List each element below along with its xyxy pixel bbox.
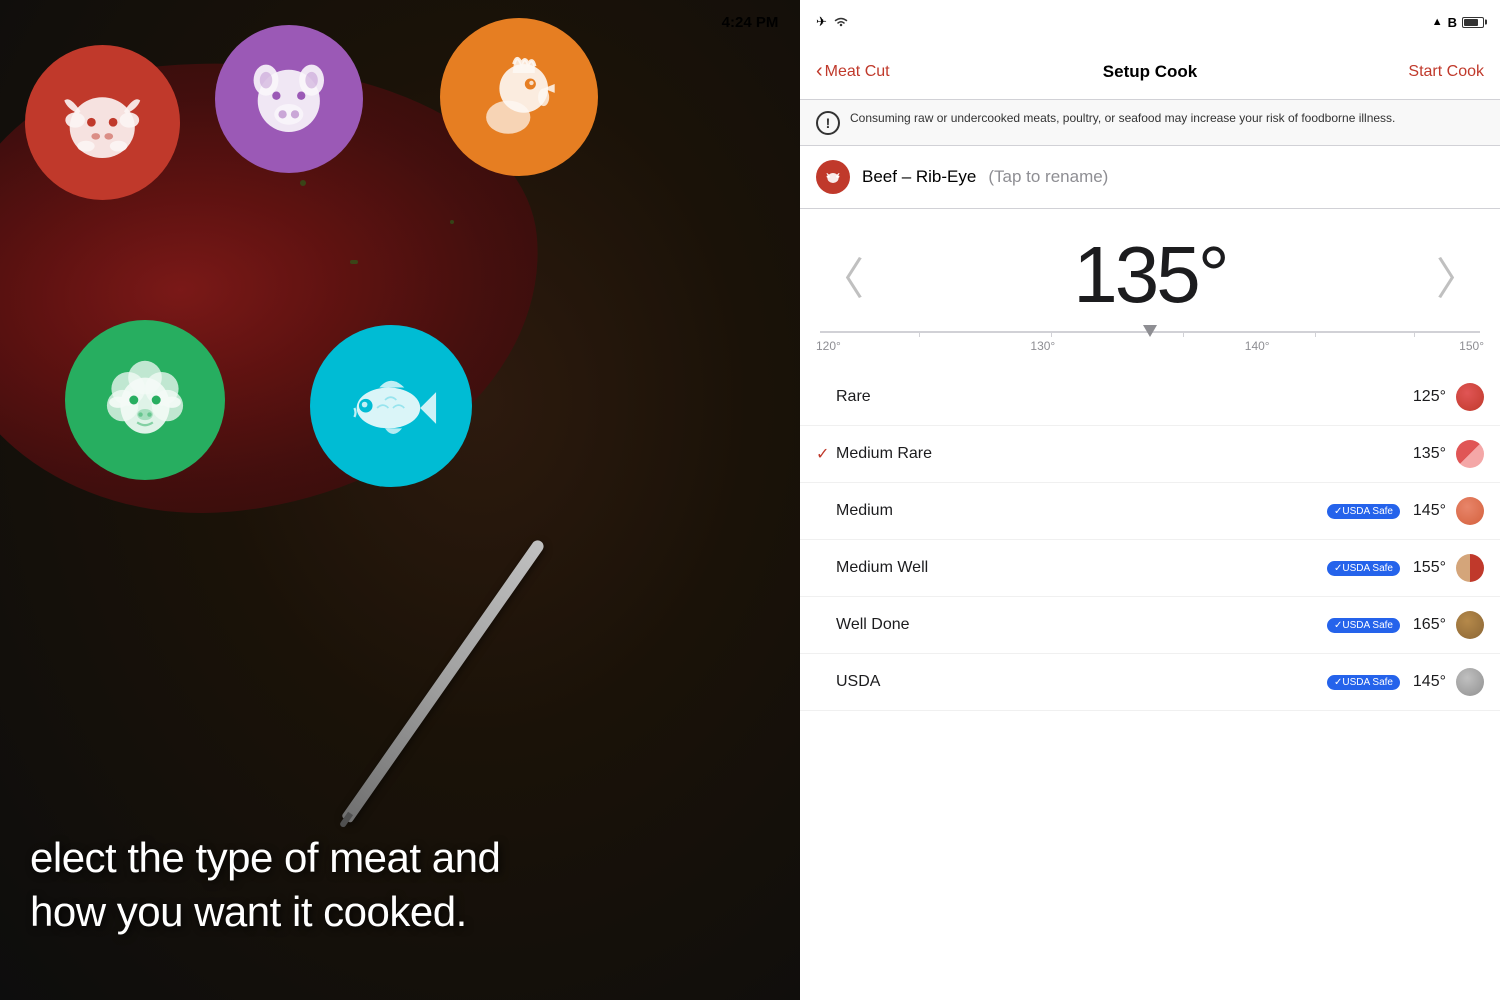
doneness-temp-rare: 125° — [1408, 388, 1446, 406]
doneness-dot-rare — [1456, 383, 1484, 411]
scale-mark — [1315, 331, 1316, 337]
fish-icon — [334, 349, 447, 462]
doneness-row-medium[interactable]: Medium ✓USDA Safe 145° — [800, 483, 1500, 540]
nav-bar: ‹ Meat Cut Setup Cook Start Cook — [800, 44, 1500, 100]
doneness-list: Rare 125° ✓ Medium Rare 135° Medium ✓USD… — [800, 369, 1500, 1000]
status-right-icons: ▲ B — [1432, 15, 1484, 30]
chicken-icon — [464, 42, 575, 153]
bluetooth-icon: B — [1448, 15, 1457, 30]
animal-circle-chicken[interactable] — [440, 18, 598, 176]
doneness-dot-medium — [1456, 497, 1484, 525]
pork-icon — [237, 47, 341, 151]
warning-icon: ! — [816, 111, 840, 135]
beef-small-icon — [823, 167, 843, 187]
spice-dot — [300, 180, 306, 186]
temperature-display: 〈 135° 〉 — [800, 209, 1500, 331]
status-time: 4:24 PM — [722, 14, 779, 31]
scale-track — [820, 331, 1480, 333]
temperature-scale: 120° 130° 140° 150° — [800, 331, 1500, 369]
scale-mark — [1051, 331, 1052, 337]
battery-fill — [1464, 19, 1478, 26]
right-panel: ✈ 4:24 PM ▲ B ‹ Meat Cut Setup Cook Sta — [800, 0, 1500, 1000]
doneness-temp-medium-well: 155° — [1408, 559, 1446, 577]
doneness-name-usda: USDA — [836, 673, 1327, 691]
temp-increase-button[interactable]: 〉 — [1436, 243, 1480, 307]
airplane-icon: ✈ — [816, 14, 827, 30]
lamb-icon — [89, 344, 201, 456]
bottom-instruction: elect the type of meat and how you want … — [30, 831, 500, 940]
doneness-row-medium-rare[interactable]: ✓ Medium Rare 135° — [800, 426, 1500, 483]
beef-icon — [48, 68, 157, 177]
doneness-dot-medium-well — [1456, 554, 1484, 582]
doneness-row-usda[interactable]: USDA ✓USDA Safe 145° — [800, 654, 1500, 711]
doneness-row-medium-well[interactable]: Medium Well ✓USDA Safe 155° — [800, 540, 1500, 597]
doneness-temp-usda: 145° — [1408, 673, 1446, 691]
doneness-row-well-done[interactable]: Well Done ✓USDA Safe 165° — [800, 597, 1500, 654]
doneness-row-rare[interactable]: Rare 125° — [800, 369, 1500, 426]
left-panel: elect the type of meat and how you want … — [0, 0, 800, 1000]
check-medium-rare: ✓ — [816, 444, 836, 464]
scale-label-150: 150° — [1459, 339, 1484, 353]
spice-dot — [450, 220, 454, 224]
doneness-dot-well-done — [1456, 611, 1484, 639]
doneness-name-medium: Medium — [836, 502, 1327, 520]
doneness-dot-usda — [1456, 668, 1484, 696]
animal-circle-beef[interactable] — [25, 45, 180, 200]
temperature-value: 135° — [1073, 229, 1226, 321]
start-cook-button[interactable]: Start Cook — [1408, 63, 1484, 81]
scale-mark — [919, 331, 920, 337]
status-left-icons: ✈ — [816, 14, 849, 30]
battery-icon — [1462, 17, 1484, 28]
meat-label-row[interactable]: Beef – Rib-Eye (Tap to rename) — [800, 146, 1500, 209]
back-button[interactable]: ‹ Meat Cut — [816, 60, 890, 83]
animal-circle-lamb[interactable] — [65, 320, 225, 480]
meat-type-icon — [816, 160, 850, 194]
doneness-dot-medium-rare — [1456, 440, 1484, 468]
doneness-name-medium-well: Medium Well — [836, 559, 1327, 577]
doneness-temp-medium-rare: 135° — [1408, 445, 1446, 463]
temp-decrease-button[interactable]: 〈 — [820, 243, 864, 307]
back-label: Meat Cut — [825, 63, 890, 81]
animal-circle-pork[interactable] — [215, 25, 363, 173]
scale-mark — [1183, 331, 1184, 337]
warning-text: Consuming raw or undercooked meats, poul… — [850, 110, 1395, 127]
scale-label-140: 140° — [1245, 339, 1270, 353]
instruction-line2: how you want it cooked. — [30, 888, 467, 935]
usda-badge-usda: ✓USDA Safe — [1327, 675, 1400, 690]
wifi-icon — [833, 15, 849, 30]
doneness-temp-well-done: 165° — [1408, 616, 1446, 634]
warning-banner: ! Consuming raw or undercooked meats, po… — [800, 100, 1500, 146]
temp-indicator — [1143, 325, 1157, 337]
location-icon: ▲ — [1432, 16, 1443, 28]
meat-name: Beef – Rib-Eye — [862, 167, 976, 187]
doneness-name-well-done: Well Done — [836, 616, 1327, 634]
scale-label-120: 120° — [816, 339, 841, 353]
usda-badge-medium-well: ✓USDA Safe — [1327, 561, 1400, 576]
animal-circle-fish[interactable] — [310, 325, 472, 487]
scale-label-130: 130° — [1030, 339, 1055, 353]
usda-badge-well-done: ✓USDA Safe — [1327, 618, 1400, 633]
instruction-line1: elect the type of meat and — [30, 834, 500, 881]
doneness-name-rare: Rare — [836, 388, 1408, 406]
doneness-temp-medium: 145° — [1408, 502, 1446, 520]
usda-badge-medium: ✓USDA Safe — [1327, 504, 1400, 519]
rename-hint: (Tap to rename) — [988, 167, 1108, 187]
scale-mark — [1414, 331, 1415, 337]
status-bar: ✈ 4:24 PM ▲ B — [800, 0, 1500, 44]
chevron-left-icon: ‹ — [816, 60, 823, 83]
nav-title: Setup Cook — [1103, 62, 1197, 82]
doneness-name-medium-rare: Medium Rare — [836, 445, 1408, 463]
herb — [350, 260, 358, 264]
